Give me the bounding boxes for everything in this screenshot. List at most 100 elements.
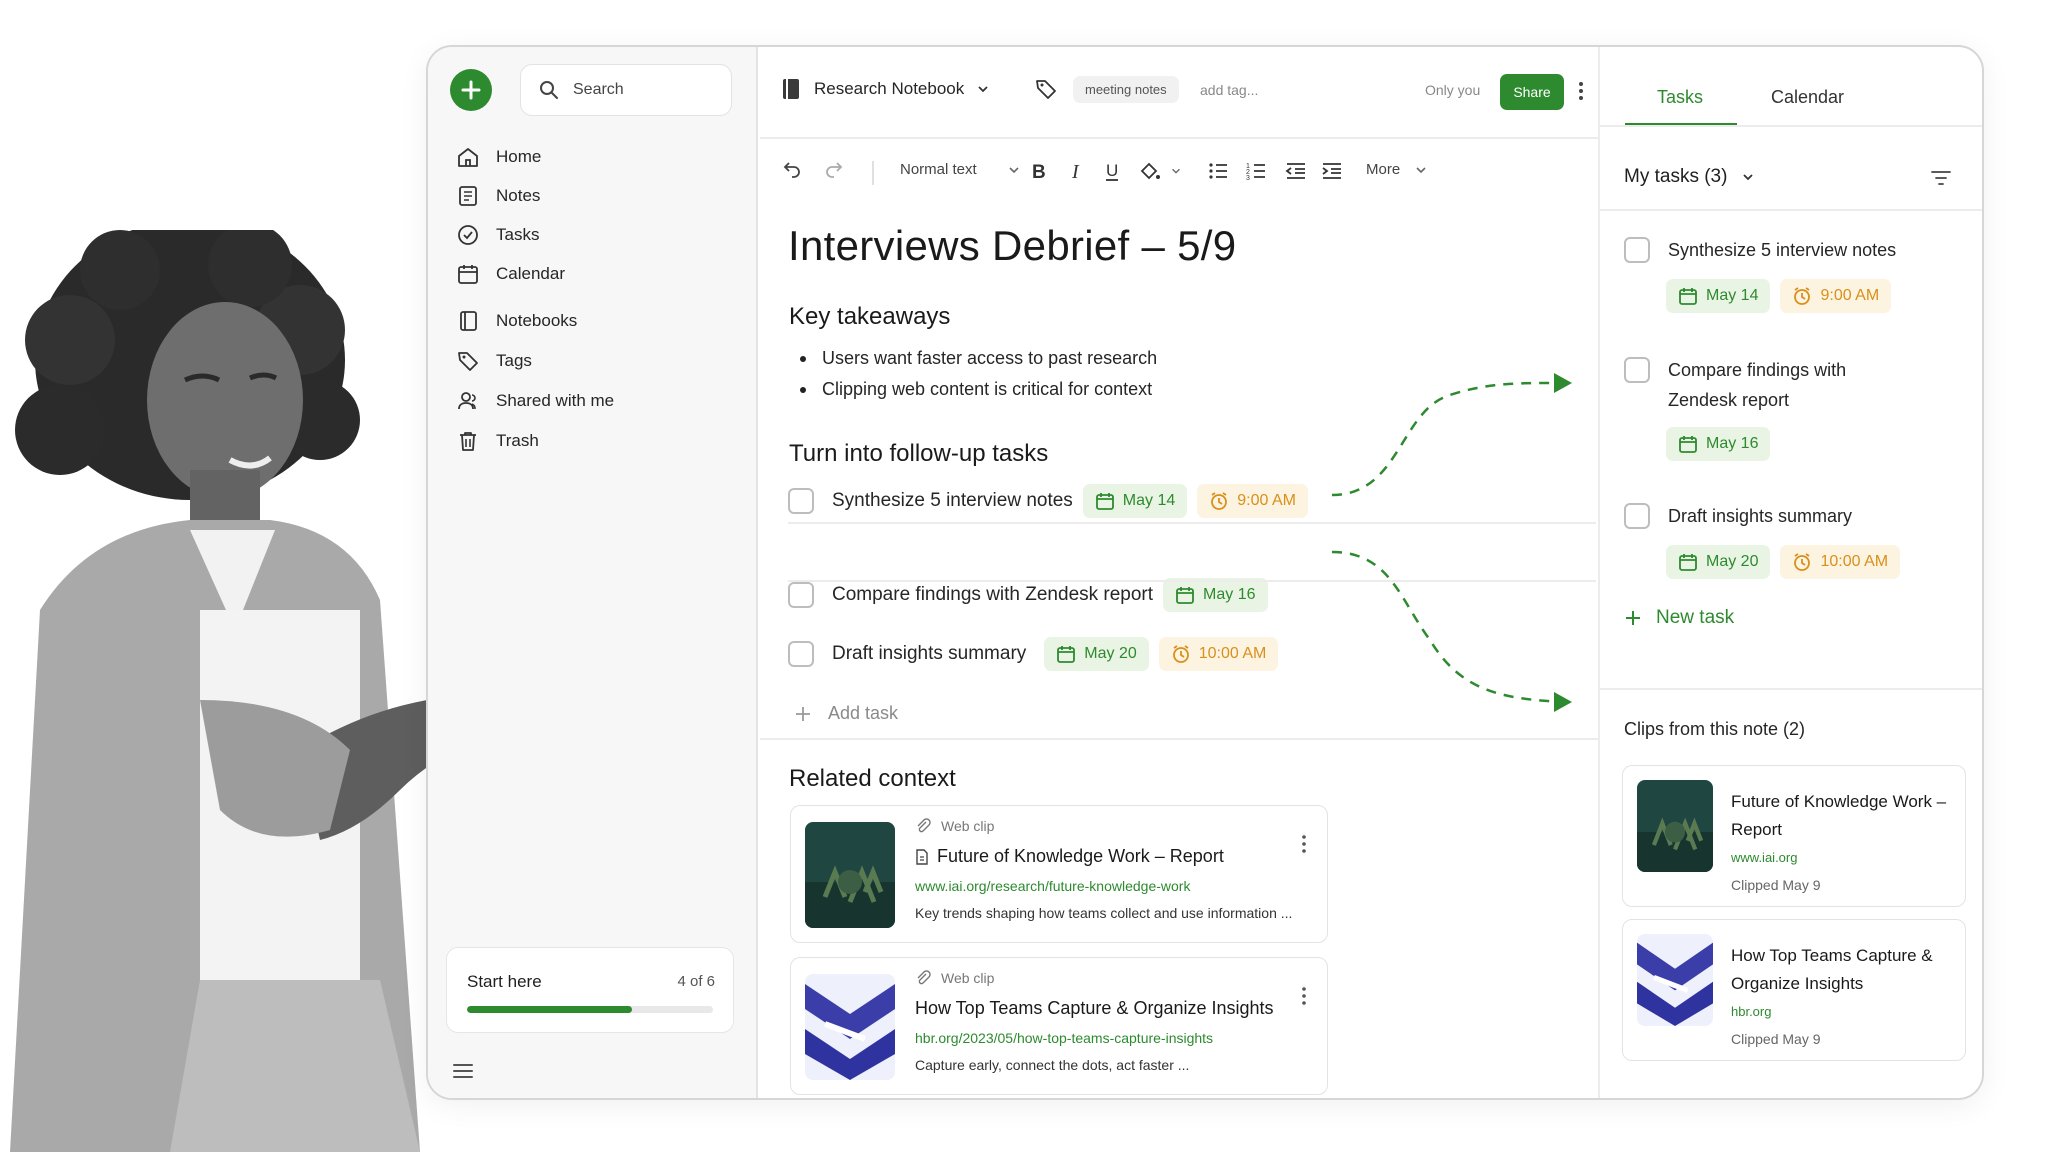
sidebar-item-label: Shared with me bbox=[496, 391, 615, 410]
task-row[interactable]: Compare findings with Zendesk report May… bbox=[788, 578, 1268, 612]
svg-text:3: 3 bbox=[1246, 175, 1250, 182]
clip-url[interactable]: hbr.org/2023/05/how-top-teams-capture-in… bbox=[915, 1030, 1213, 1046]
more-options-icon[interactable] bbox=[1578, 81, 1584, 101]
task-row[interactable]: Compare findings with Zendesk report bbox=[1624, 355, 1846, 415]
task-label: Synthesize 5 interview notes bbox=[832, 490, 1073, 511]
reminder-chip[interactable]: 9:00 AM bbox=[1780, 279, 1892, 313]
task-row[interactable]: Draft insights summary bbox=[1624, 501, 1852, 531]
clip-card[interactable]: Future of Knowledge Work – Report www.ia… bbox=[1622, 765, 1966, 907]
tab-tasks[interactable]: Tasks bbox=[1657, 87, 1703, 108]
clip-domain[interactable]: hbr.org bbox=[1731, 1004, 1771, 1019]
reminder-time: 10:00 AM bbox=[1198, 645, 1267, 662]
start-here-card[interactable]: Start here 4 of 6 bbox=[446, 947, 734, 1033]
my-tasks-filter[interactable]: My tasks (3) bbox=[1624, 166, 1755, 188]
add-task-label: Add task bbox=[828, 703, 899, 723]
sidebar-item-notebooks[interactable]: Notebooks bbox=[456, 309, 577, 333]
due-date-chip[interactable]: May 14 bbox=[1666, 279, 1771, 313]
task-checkbox[interactable] bbox=[1624, 357, 1650, 383]
task-checkbox[interactable] bbox=[1624, 237, 1650, 263]
due-date-chip[interactable]: May 20 bbox=[1044, 637, 1149, 671]
clip-title[interactable]: How Top Teams Capture & Organize Insight… bbox=[915, 998, 1274, 1019]
chevron-down-icon bbox=[1416, 166, 1426, 173]
clip-url[interactable]: www.iai.org/research/future-knowledge-wo… bbox=[915, 878, 1190, 894]
chevron-down-icon bbox=[1009, 166, 1019, 173]
add-tag-input[interactable]: add tag... bbox=[1200, 82, 1258, 98]
sidebar-item-trash[interactable]: Trash bbox=[456, 429, 539, 453]
task-checkbox[interactable] bbox=[1624, 503, 1650, 529]
due-date-chip[interactable]: May 20 bbox=[1666, 545, 1771, 579]
more-options-icon[interactable] bbox=[1301, 834, 1307, 854]
task-meta: May 16 bbox=[1666, 427, 1780, 461]
calendar-icon bbox=[1095, 493, 1114, 510]
due-date-chip[interactable]: May 16 bbox=[1163, 578, 1268, 612]
key-takeaways-heading: Key takeaways bbox=[789, 303, 951, 330]
numbered-list-icon[interactable]: 123 bbox=[1244, 159, 1268, 183]
sidebar-item-home[interactable]: Home bbox=[456, 145, 541, 169]
sidebar-item-calendar[interactable]: Calendar bbox=[456, 262, 565, 286]
calendar-icon bbox=[458, 265, 478, 284]
note-title[interactable]: Interviews Debrief – 5/9 bbox=[788, 222, 1236, 270]
task-row[interactable]: Draft insights summary May 20 10:00 AM bbox=[788, 637, 1279, 671]
search-input[interactable]: Search bbox=[520, 64, 732, 116]
check-circle-icon bbox=[458, 225, 478, 245]
bullet-list-icon[interactable] bbox=[1206, 159, 1230, 183]
filter-icon[interactable] bbox=[1930, 169, 1952, 187]
underline-icon[interactable]: U bbox=[1100, 159, 1124, 183]
clip-thumbnail bbox=[805, 822, 895, 928]
web-clip-card[interactable]: Web clip How Top Teams Capture & Organiz… bbox=[790, 957, 1328, 1095]
my-tasks-label: My tasks (3) bbox=[1624, 166, 1728, 187]
alarm-clock-icon bbox=[1794, 287, 1811, 305]
highlight-icon[interactable] bbox=[1138, 159, 1182, 183]
due-date-text: May 16 bbox=[1203, 586, 1256, 603]
more-formatting-dropdown[interactable]: More bbox=[1366, 161, 1428, 178]
task-row[interactable]: Synthesize 5 interview notes May 14 9:00… bbox=[788, 484, 1308, 518]
clip-title-line: How Top Teams Capture & bbox=[1731, 946, 1933, 965]
tag-chip[interactable]: meeting notes bbox=[1073, 76, 1179, 103]
new-note-button[interactable] bbox=[450, 69, 492, 111]
share-button[interactable]: Share bbox=[1500, 74, 1564, 110]
new-task-button[interactable]: New task bbox=[1624, 607, 1734, 629]
bullet-item: Clipping web content is critical for con… bbox=[800, 379, 1152, 400]
notebook-selector[interactable]: Research Notebook bbox=[780, 77, 990, 101]
sidebar-item-tasks[interactable]: Tasks bbox=[456, 223, 539, 247]
menu-icon[interactable] bbox=[452, 1062, 474, 1080]
task-meta: May 14 9:00 AM bbox=[1666, 279, 1901, 313]
outdent-icon[interactable] bbox=[1284, 159, 1308, 183]
sidebar-item-tags[interactable]: Tags bbox=[456, 349, 532, 373]
due-date-text: May 20 bbox=[1706, 553, 1759, 570]
clip-title[interactable]: Future of Knowledge Work – Report bbox=[915, 846, 1224, 867]
text-style-dropdown[interactable]: Normal text bbox=[900, 161, 1021, 178]
due-date-text: May 14 bbox=[1122, 492, 1176, 509]
redo-icon[interactable] bbox=[822, 159, 846, 183]
web-clip-card[interactable]: Web clip Future of Knowledge Work – Repo… bbox=[790, 805, 1328, 943]
task-meta: May 20 10:00 AM bbox=[1666, 545, 1910, 579]
document-icon bbox=[916, 848, 928, 865]
bold-icon[interactable]: B bbox=[1026, 159, 1050, 183]
clip-thumbnail bbox=[1637, 780, 1713, 872]
tab-calendar[interactable]: Calendar bbox=[1771, 87, 1844, 108]
sidebar-item-label: Notebooks bbox=[496, 311, 578, 330]
reminder-chip[interactable]: 10:00 AM bbox=[1780, 545, 1901, 579]
due-date-chip[interactable]: May 16 bbox=[1666, 427, 1771, 461]
task-checkbox[interactable] bbox=[788, 641, 814, 667]
task-checkbox[interactable] bbox=[788, 582, 814, 608]
add-task-button[interactable]: Add task bbox=[794, 703, 898, 724]
sidebar-item-shared[interactable]: Shared with me bbox=[456, 389, 614, 413]
undo-icon[interactable] bbox=[780, 159, 804, 183]
reminder-chip[interactable]: 9:00 AM bbox=[1197, 484, 1308, 518]
task-checkbox[interactable] bbox=[788, 488, 814, 514]
more-options-icon[interactable] bbox=[1301, 986, 1307, 1006]
italic-icon[interactable]: I bbox=[1064, 159, 1088, 183]
clip-title-line: Report bbox=[1731, 820, 1783, 839]
task-row[interactable]: Synthesize 5 interview notes bbox=[1624, 235, 1896, 265]
reminder-chip[interactable]: 10:00 AM bbox=[1158, 637, 1279, 671]
indent-icon[interactable] bbox=[1320, 159, 1344, 183]
clip-card[interactable]: How Top Teams Capture & Organize Insight… bbox=[1622, 919, 1966, 1061]
task-label: Compare findings with bbox=[1668, 360, 1847, 380]
tag-icon[interactable] bbox=[1034, 77, 1058, 101]
alarm-clock-icon bbox=[1794, 553, 1811, 571]
due-date-chip[interactable]: May 14 bbox=[1082, 484, 1188, 518]
sidebar-item-notes[interactable]: Notes bbox=[456, 184, 540, 208]
clip-domain[interactable]: www.iai.org bbox=[1731, 850, 1797, 865]
section-divider bbox=[1600, 688, 1982, 690]
